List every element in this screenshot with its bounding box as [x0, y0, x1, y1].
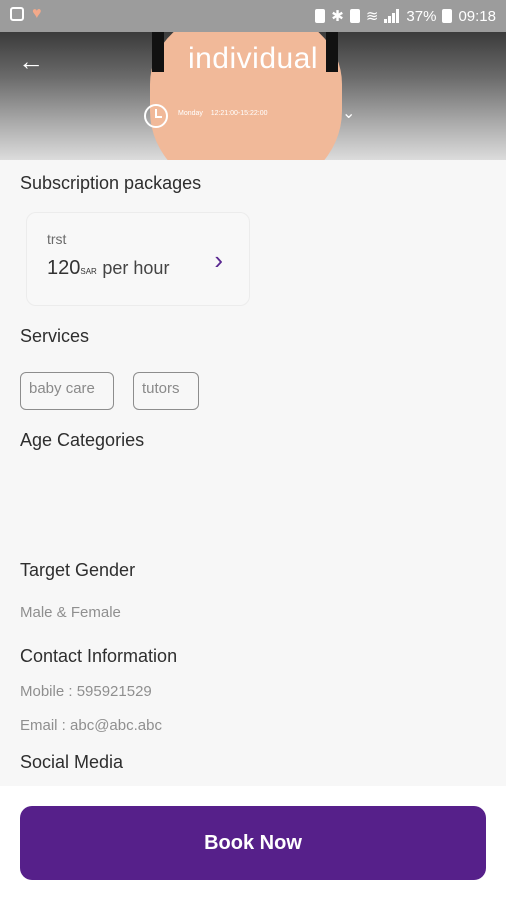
schedule-times: 12:21:00-15:22:00: [210, 110, 268, 117]
target-gender-value: Male & Female: [20, 604, 121, 621]
schedule-text: Monday 12:21:00-15:22:00: [178, 110, 268, 117]
status-time: 09:18: [458, 7, 496, 25]
clock-icon: [144, 104, 168, 128]
page-title: individual: [187, 42, 319, 75]
wifi-icon: ≋: [365, 8, 379, 25]
alarm-icon: [315, 9, 326, 23]
battery-icon: [442, 9, 453, 23]
services-heading: Services: [20, 326, 90, 346]
heart-notification-icon: ♥: [32, 5, 42, 22]
profile-header: ← individual Monday 12:21:00-15:22:00 ⌄: [0, 32, 506, 160]
price-period: per hour: [102, 258, 170, 278]
target-gender-heading: Target Gender: [20, 560, 136, 580]
chevron-right-icon: ›: [214, 245, 223, 275]
age-categories-heading: Age Categories: [20, 430, 145, 450]
service-chip-tutors[interactable]: tutors: [133, 372, 199, 410]
instagram-icon: [10, 7, 24, 21]
book-now-button[interactable]: Book Now: [20, 806, 486, 880]
price-currency: SAR: [80, 267, 97, 276]
price-amount: 120: [47, 257, 81, 279]
package-card[interactable]: trst 120SAR per hour ›: [26, 212, 250, 306]
package-price: 120SAR per hour: [47, 257, 169, 280]
subscription-heading: Subscription packages: [20, 173, 202, 193]
status-bar: ♥ ✱ ≋ 37% 09:18: [0, 0, 506, 32]
service-chip-baby-care[interactable]: baby care: [20, 372, 114, 410]
social-media-heading: Social Media: [20, 752, 124, 772]
nfc-icon: [349, 9, 360, 23]
contact-mobile: Mobile : 595921529: [20, 683, 152, 700]
signal-icon: [384, 9, 400, 23]
contact-heading: Contact Information: [20, 646, 178, 666]
battery-percent: 37%: [406, 7, 437, 25]
schedule-day: Monday: [178, 110, 203, 117]
chevron-down-icon[interactable]: ⌄: [342, 106, 355, 122]
contact-email: Email : abc@abc.abc: [20, 717, 162, 734]
bluetooth-icon: ✱: [331, 8, 344, 25]
package-name: trst: [47, 231, 67, 247]
